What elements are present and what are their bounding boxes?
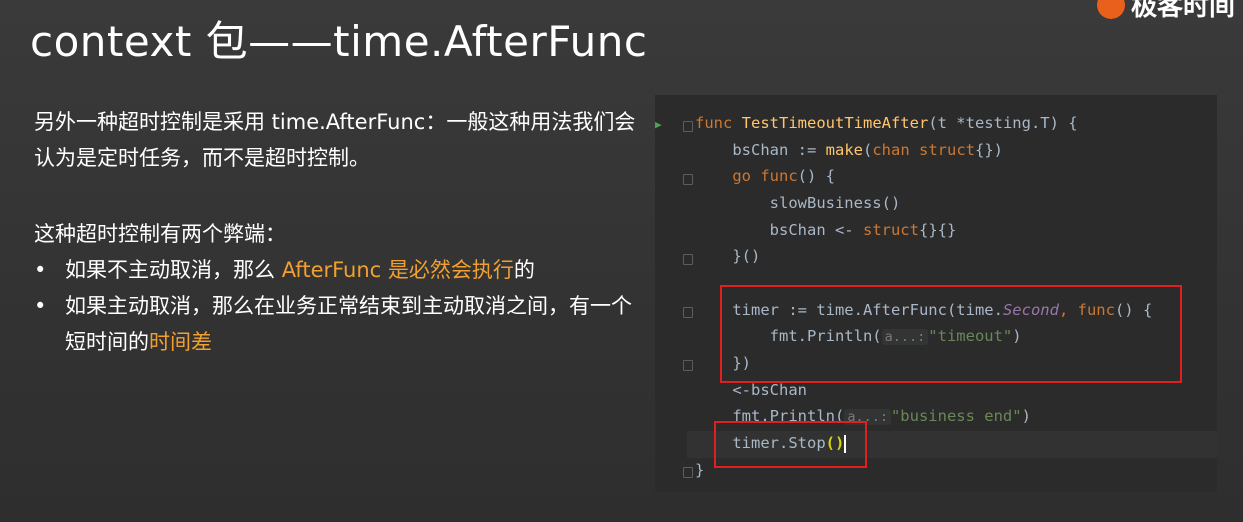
string-literal: "business end" bbox=[890, 407, 1022, 425]
keyword: chan bbox=[872, 141, 910, 159]
fold-icon[interactable] bbox=[683, 121, 693, 132]
drawback-text: 如果不主动取消，那么 bbox=[65, 258, 282, 282]
fold-icon[interactable] bbox=[683, 467, 693, 478]
drawback-item: 如果不主动取消，那么 AfterFunc 是必然会执行的 bbox=[34, 252, 644, 288]
drawback-suffix: 的 bbox=[513, 258, 535, 282]
drawback-highlight: AfterFunc 是必然会执行 bbox=[281, 258, 514, 282]
logo-text: 极客时间 bbox=[1130, 0, 1235, 22]
timer-stop-highlight-box bbox=[714, 421, 867, 468]
code-line: func TestTimeoutTimeAfter(t *testing.T) … bbox=[695, 110, 1078, 137]
description: 另外一种超时控制是采用 time.AfterFunc：一般这种用法我们会认为是定… bbox=[34, 104, 644, 360]
keyword: struct bbox=[862, 221, 919, 239]
editor-gutter: ▶ bbox=[655, 95, 693, 492]
afterfunc-highlight-box bbox=[720, 285, 1182, 383]
code-text: bsChan := bbox=[732, 141, 826, 159]
fold-icon[interactable] bbox=[683, 360, 693, 371]
logo: 极客时间 bbox=[1096, 0, 1235, 23]
code-line: } bbox=[695, 457, 704, 484]
keyword: func bbox=[695, 114, 733, 132]
intro-paragraph: 另外一种超时控制是采用 time.AfterFunc：一般这种用法我们会认为是定… bbox=[34, 110, 636, 170]
fold-icon[interactable] bbox=[683, 254, 693, 265]
function-name: TestTimeoutTimeAfter bbox=[741, 114, 929, 132]
code-text: <-bsChan bbox=[732, 381, 807, 399]
keyword: func bbox=[760, 167, 798, 185]
code-line: slowBusiness() bbox=[695, 190, 901, 217]
drawback-highlight: 时间差 bbox=[149, 330, 212, 354]
drawbacks-title: 这种超时控制有两个弊端： bbox=[34, 222, 286, 246]
keyword: go bbox=[732, 167, 751, 185]
code-text: (t *testing.T) { bbox=[928, 114, 1078, 132]
code-editor: ▶ func TestTimeoutTimeAfter(t *testing.T… bbox=[655, 95, 1217, 492]
fold-icon[interactable] bbox=[683, 307, 693, 318]
code-text: slowBusiness() bbox=[769, 194, 901, 212]
builtin: make bbox=[825, 141, 863, 159]
code-line: go func() { bbox=[732, 167, 835, 185]
keyword: struct bbox=[919, 141, 975, 159]
drawback-item: 如果主动取消，那么在业务正常结束到主动取消之间，有一个短时间的时间差 bbox=[34, 288, 644, 360]
drawbacks-list: 如果不主动取消，那么 AfterFunc 是必然会执行的 如果主动取消，那么在业… bbox=[34, 252, 644, 360]
code-text: bsChan <- bbox=[769, 221, 863, 239]
code-line: }() bbox=[695, 243, 760, 270]
logo-icon bbox=[1096, 0, 1125, 19]
fold-icon[interactable] bbox=[683, 174, 693, 185]
run-gutter-icon[interactable]: ▶ bbox=[655, 118, 662, 131]
code-line: bsChan <- struct{}{} bbox=[769, 221, 957, 239]
code-text: }() bbox=[732, 247, 761, 265]
code-line: bsChan := make(chan struct{}) bbox=[732, 141, 1003, 159]
slide-title: context 包——time.AfterFunc bbox=[30, 17, 648, 66]
code-text: } bbox=[695, 461, 705, 479]
